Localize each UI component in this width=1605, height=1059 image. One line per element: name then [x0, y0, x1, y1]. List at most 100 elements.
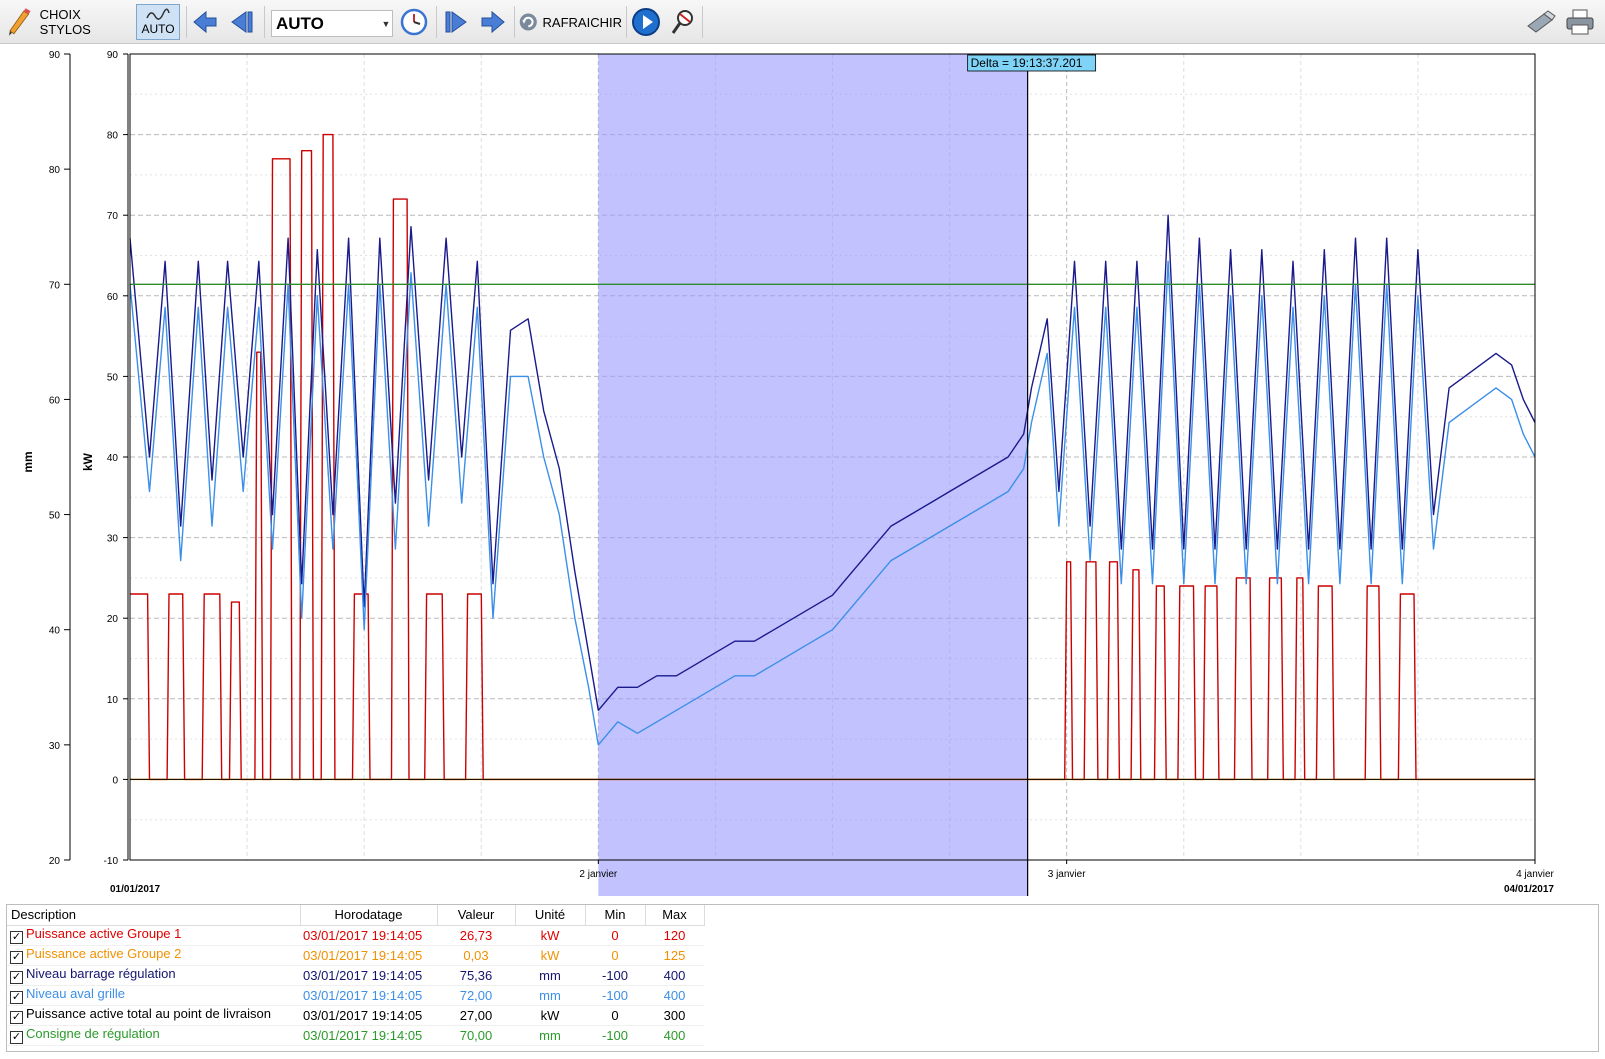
- magnifier-icon: [671, 10, 693, 34]
- choose-pens-button[interactable]: CHOIX STYLOS: [6, 4, 134, 40]
- visibility-checkbox[interactable]: ✓: [10, 1011, 23, 1024]
- toolbar-separator: [186, 6, 187, 38]
- visibility-checkbox[interactable]: ✓: [10, 971, 23, 984]
- pen-description: Puissance active Groupe 2: [26, 946, 182, 961]
- toolbar-separator: [436, 6, 437, 38]
- right-axis-title: kW: [81, 452, 95, 471]
- delta-label: Delta = 19:13:37.201: [967, 54, 1097, 72]
- right-tick-label: 10: [107, 695, 119, 706]
- timestamp-cell: 03/01/2017 19:14:05: [300, 985, 437, 1006]
- col-unit[interactable]: Unité: [515, 905, 586, 926]
- toolbar-separator: [626, 6, 627, 38]
- scroll-forward-fast-button[interactable]: [478, 4, 508, 40]
- min-cell: 0: [585, 925, 645, 946]
- toolbar-separator: [702, 6, 703, 38]
- arrow-right-icon: [481, 10, 505, 34]
- timestamp-cell: 03/01/2017 19:14:05: [300, 945, 437, 966]
- usb-drive-icon: [1527, 10, 1556, 33]
- delta-label-text: Delta = 19:13:37.201: [971, 56, 1083, 70]
- time-selection-band[interactable]: [598, 54, 1028, 896]
- description-cell: ✓ Puissance active total au point de livr…: [7, 1005, 300, 1026]
- col-description[interactable]: Description: [7, 905, 301, 926]
- col-min[interactable]: Min: [585, 905, 646, 926]
- value-cell: 0,03: [437, 945, 515, 966]
- trend-wave-icon: [146, 8, 170, 20]
- time-mode-select[interactable]: AUTO ▼: [271, 10, 393, 37]
- right-tick-label: 20: [107, 614, 119, 625]
- auto-label: AUTO: [141, 22, 175, 36]
- table-row[interactable]: ✓ Puissance active Groupe 2 03/01/2017 19:…: [7, 945, 704, 966]
- scroll-back-step-button[interactable]: [228, 4, 258, 40]
- right-tick-label: 30: [107, 534, 119, 545]
- unit-cell: kW: [515, 945, 585, 966]
- trend-chart[interactable]: 20 30 40 50 60 70 80 90 -10 0 10 20 30 40 50 60 70 80 90 2 …: [0, 44, 1605, 900]
- auto-scroll-button[interactable]: AUTO: [136, 4, 180, 40]
- timestamp-cell: 03/01/2017 19:14:05: [300, 1005, 437, 1026]
- zoom-cursor-button[interactable]: [668, 4, 698, 40]
- print-button[interactable]: [1562, 4, 1598, 40]
- timestamp-cell: 03/01/2017 19:14:05: [300, 925, 437, 946]
- visibility-checkbox[interactable]: ✓: [10, 951, 23, 964]
- visibility-checkbox[interactable]: ✓: [10, 931, 23, 944]
- value-cell: 75,36: [437, 965, 515, 986]
- scroll-forward-step-button[interactable]: [440, 4, 470, 40]
- col-value[interactable]: Valeur: [437, 905, 516, 926]
- refresh-icon: [519, 13, 537, 31]
- toolbar: CHOIX STYLOS AUTO AUTO ▼ RAFRAICHIR: [0, 0, 1605, 44]
- col-timestamp[interactable]: Horodatage: [300, 905, 438, 926]
- table-row[interactable]: ✓ Niveau aval grille 03/01/2017 19:14:05 72…: [7, 985, 704, 1006]
- time-picker-button[interactable]: [398, 4, 430, 40]
- step-left-icon: [231, 11, 253, 33]
- end-date-label: 04/01/2017: [1504, 884, 1554, 895]
- min-cell: 0: [585, 1005, 645, 1026]
- right-tick-label: 60: [107, 292, 119, 303]
- chevron-down-icon: ▼: [381, 18, 391, 29]
- value-cell: 26,73: [437, 925, 515, 946]
- choose-pens-label: CHOIX STYLOS: [39, 7, 91, 37]
- description-cell: ✓ Puissance active Groupe 2: [7, 945, 300, 966]
- max-cell: 120: [645, 925, 704, 946]
- min-cell: 0: [585, 945, 645, 966]
- col-max[interactable]: Max: [645, 905, 705, 926]
- left-tick-label: 50: [49, 511, 61, 522]
- table-row[interactable]: ✓ Puissance active total au point de livr…: [7, 1005, 704, 1026]
- description-cell: ✓ Puissance active Groupe 1: [7, 925, 300, 946]
- scroll-back-fast-button[interactable]: [190, 4, 220, 40]
- pen-description: Niveau barrage régulation: [26, 966, 176, 981]
- pen-description: Consigne de régulation: [26, 1026, 160, 1041]
- description-cell: ✓ Niveau aval grille: [7, 985, 300, 1006]
- timestamp-cell: 03/01/2017 19:14:05: [300, 1025, 437, 1046]
- max-cell: 125: [645, 945, 704, 966]
- visibility-checkbox[interactable]: ✓: [10, 1031, 23, 1044]
- step-right-icon: [445, 11, 467, 33]
- refresh-button[interactable]: RAFRAICHIR: [518, 4, 622, 40]
- export-button[interactable]: [1522, 4, 1558, 40]
- start-date-label: 01/01/2017: [110, 884, 160, 895]
- value-cell: 27,00: [437, 1005, 515, 1026]
- left-tick-label: 90: [49, 50, 61, 61]
- max-cell: 400: [645, 985, 704, 1006]
- pen-description: Puissance active Groupe 1: [26, 926, 182, 941]
- x-tick-label: 3 janvier: [1048, 869, 1086, 880]
- left-tick-label: 30: [49, 741, 61, 752]
- right-tick-label: 40: [107, 453, 119, 464]
- table-row[interactable]: ✓ Consigne de régulation 03/01/2017 19:14:…: [7, 1025, 704, 1046]
- table-row[interactable]: ✓ Puissance active Groupe 1 03/01/2017 19:…: [7, 925, 704, 946]
- right-tick-label: 90: [107, 50, 119, 61]
- time-mode-value: AUTO: [276, 13, 324, 33]
- value-cell: 72,00: [437, 985, 515, 1006]
- right-tick-label: 0: [112, 775, 118, 786]
- table-row[interactable]: ✓ Niveau barrage régulation 03/01/2017 19:…: [7, 965, 704, 986]
- pen-description: Puissance active total au point de livra…: [26, 1006, 271, 1021]
- refresh-label: RAFRAICHIR: [542, 14, 622, 30]
- pencil-icon: [8, 8, 31, 36]
- arrow-left-icon: [193, 10, 217, 34]
- right-tick-label: 70: [107, 211, 119, 222]
- min-cell: -100: [585, 985, 645, 1006]
- pen-description: Niveau aval grille: [26, 986, 125, 1001]
- visibility-checkbox[interactable]: ✓: [10, 991, 23, 1004]
- left-tick-label: 20: [49, 856, 61, 867]
- timestamp-cell: 03/01/2017 19:14:05: [300, 965, 437, 986]
- play-button[interactable]: [630, 4, 662, 40]
- x-tick-label: 4 janvier: [1516, 869, 1554, 880]
